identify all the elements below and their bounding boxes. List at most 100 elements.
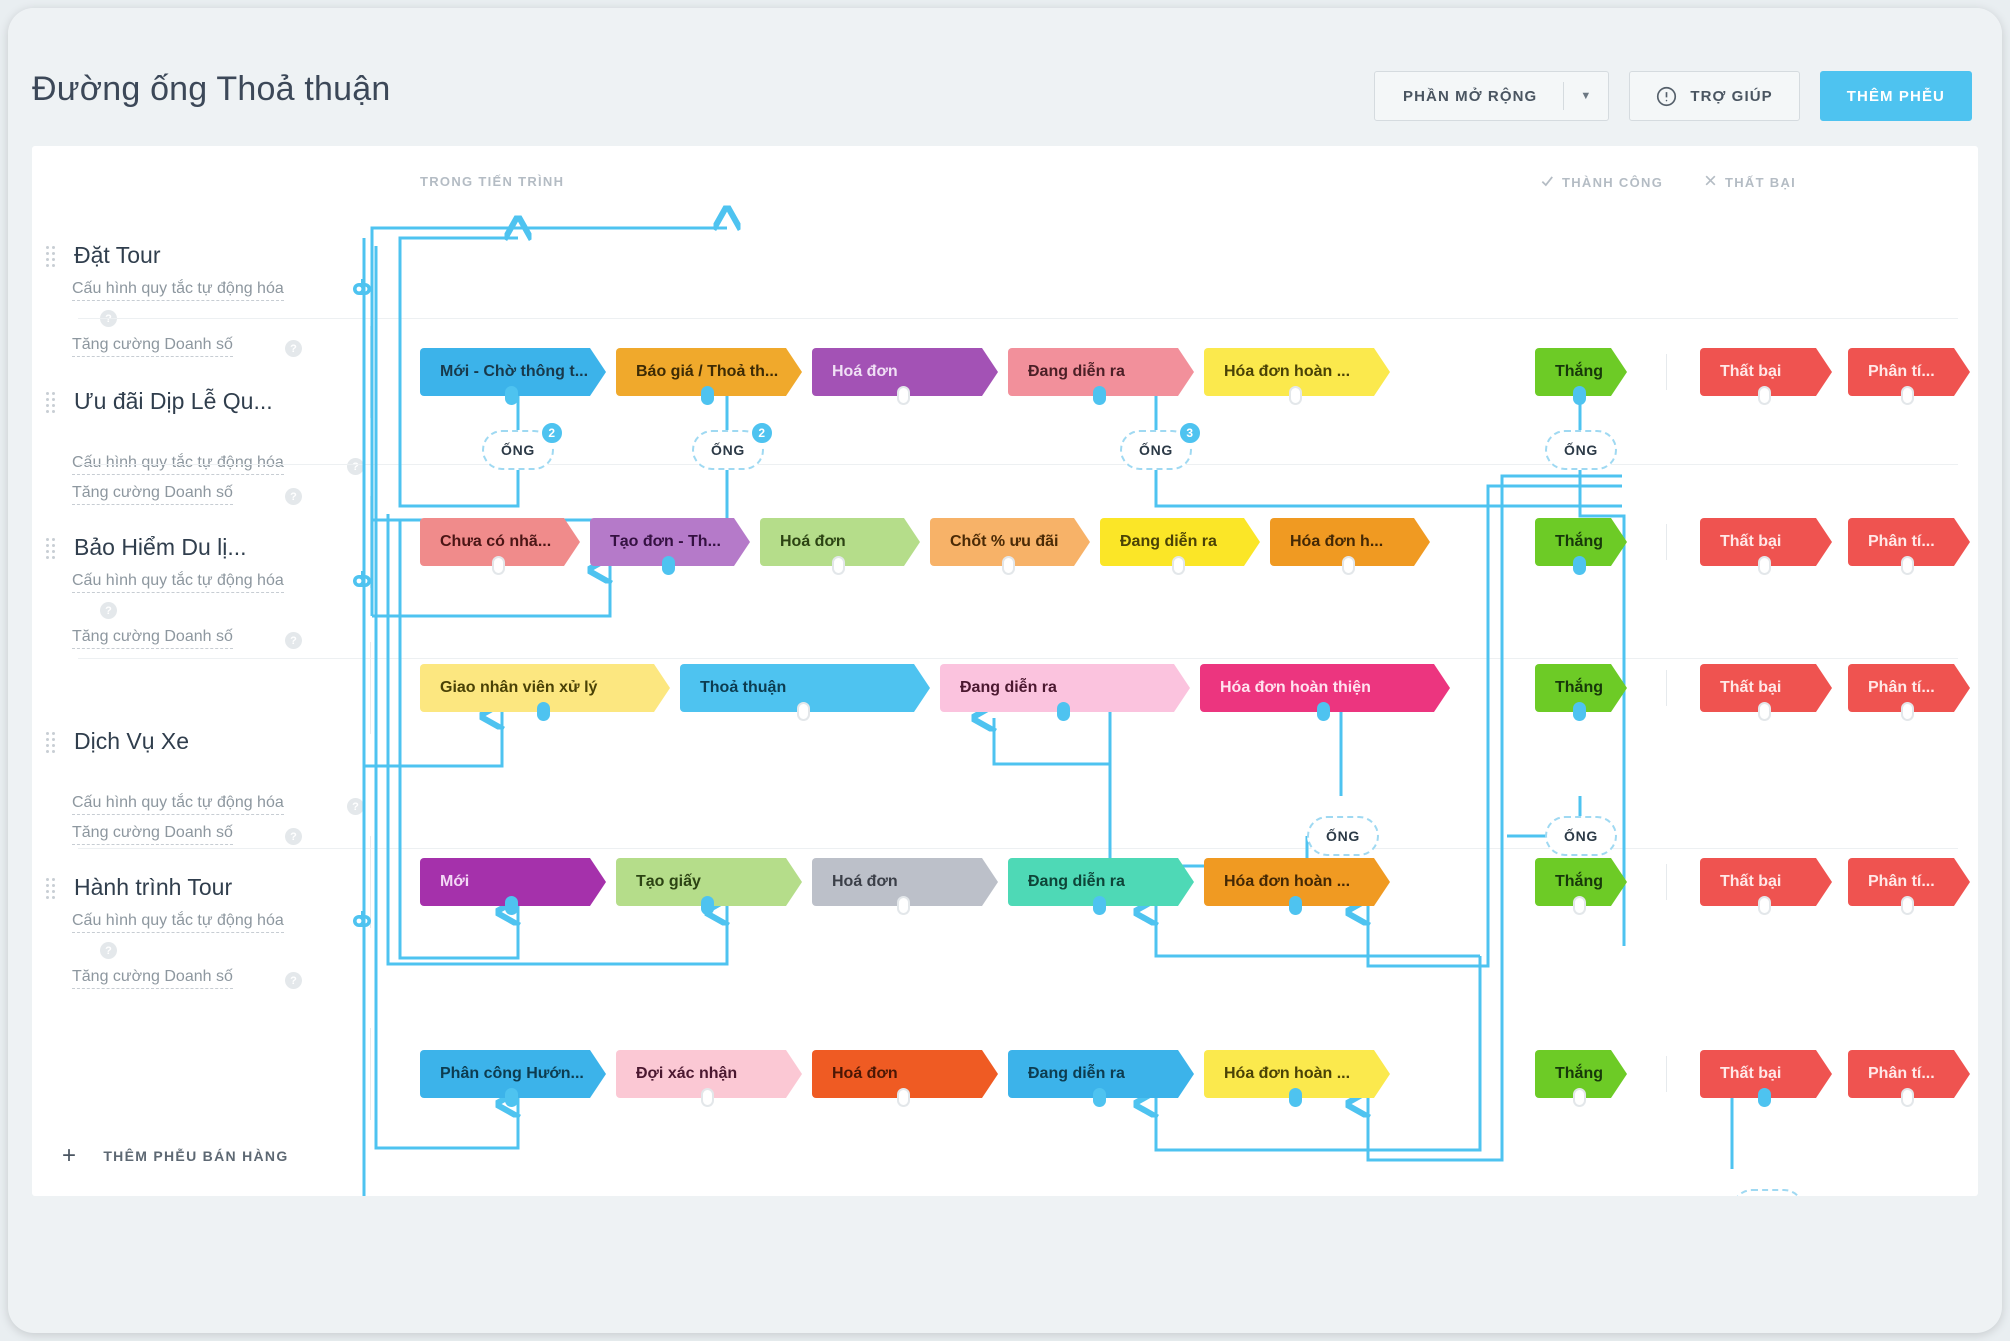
stage-connector-dot[interactable]	[1573, 896, 1586, 915]
boost-help-icon[interactable]: ?	[285, 632, 302, 649]
pipe-node[interactable]: ỐNG	[1307, 816, 1379, 856]
boost-help-icon[interactable]: ?	[285, 340, 302, 357]
stage-connector-dot[interactable]	[1758, 702, 1771, 721]
row-separator	[78, 464, 1958, 465]
stage-cell: Phân tí...	[1848, 858, 1970, 915]
automation-rules-link[interactable]: Cấu hình quy tắc tự động hóa	[72, 280, 284, 301]
stage-connector-dot[interactable]	[1901, 556, 1914, 575]
stage-connector-dot[interactable]	[1758, 896, 1771, 915]
stage-connector-dot-active[interactable]	[1289, 896, 1302, 915]
stage-connector-dot[interactable]	[897, 896, 910, 915]
pipe-node[interactable]: ỐNG 2	[692, 421, 774, 470]
stage-connector-dot-active[interactable]	[1289, 1088, 1302, 1107]
drag-handle-icon[interactable]	[46, 732, 57, 753]
boost-sales-link[interactable]: Tăng cường Doanh số	[72, 968, 233, 989]
drag-handle-icon[interactable]	[46, 538, 57, 559]
stage-connector-dot-active[interactable]	[701, 896, 714, 915]
header-actions: PHẦN MỞ RỘNG ▼ TRỢ GIÚP THÊM PHỄU	[1373, 71, 1972, 121]
boost-sales-link[interactable]: Tăng cường Doanh số	[72, 628, 233, 649]
won-lost-divider	[1666, 864, 1667, 900]
stage-connector-dot-active[interactable]	[1093, 1088, 1106, 1107]
stage-connector-dot-active[interactable]	[1573, 386, 1586, 405]
pipe-node[interactable]: ỐNG	[1732, 1189, 1804, 1196]
stage-connector-dot[interactable]	[1901, 386, 1914, 405]
pipe-node[interactable]: ỐNG 3	[1120, 421, 1202, 470]
automation-help-icon[interactable]: ?	[347, 458, 364, 475]
stage-connector-dot-active[interactable]	[1057, 702, 1070, 721]
stage-connector-dot-active[interactable]	[1573, 702, 1586, 721]
pipe-node[interactable]: ỐNG	[1545, 816, 1617, 856]
stage-connector-dot[interactable]	[1901, 1088, 1914, 1107]
stage-connector-dot[interactable]	[1758, 386, 1771, 405]
stage-connector-dot-active[interactable]	[1317, 702, 1330, 721]
stage-connector-dot[interactable]	[701, 1088, 714, 1107]
pipeline-name[interactable]: Hành trình Tour	[74, 874, 232, 901]
boost-help-icon[interactable]: ?	[285, 488, 302, 505]
stage-connector-dot[interactable]	[1342, 556, 1355, 575]
pipe-node-label: ỐNG	[1139, 442, 1173, 458]
stage-connector-dot-active[interactable]	[505, 1088, 518, 1107]
boost-help-icon[interactable]: ?	[285, 828, 302, 845]
stage-connector-dot-active[interactable]	[537, 702, 550, 721]
stage-connector-dot[interactable]	[1758, 556, 1771, 575]
chevron-down-icon[interactable]: ▼	[1564, 90, 1608, 102]
add-deal-button[interactable]: THÊM PHỄU	[1819, 71, 1972, 121]
stage-connector-dot-active[interactable]	[505, 896, 518, 915]
pipe-node-count-badge: 2	[540, 421, 564, 445]
boost-help-icon[interactable]: ?	[285, 972, 302, 989]
stage-connector-dot[interactable]	[797, 702, 810, 721]
automation-rules-link[interactable]: Cấu hình quy tắc tự động hóa	[72, 912, 284, 933]
row-separator	[78, 848, 1958, 849]
stage-cell: Phân tí...	[1848, 1050, 1970, 1107]
pipeline-name[interactable]: Dịch Vụ Xe	[74, 728, 189, 755]
pipe-node[interactable]: ỐNG 2	[482, 421, 564, 470]
stage-connector-dot[interactable]	[492, 556, 505, 575]
automation-rules-link[interactable]: Cấu hình quy tắc tự động hóa	[72, 794, 284, 815]
stage-connector-dot[interactable]	[1002, 556, 1015, 575]
automation-help-icon[interactable]: ?	[100, 602, 117, 619]
pipeline-name[interactable]: Bảo Hiểm Du lị...	[74, 534, 247, 561]
column-header-lost: THẤT BẠI	[1704, 174, 1796, 190]
pipe-node[interactable]: ỐNG	[1545, 430, 1617, 470]
add-funnel-button[interactable]: + THÊM PHỄU BÁN HÀNG	[62, 1144, 289, 1168]
extensions-button[interactable]: PHẦN MỞ RỘNG ▼	[1373, 71, 1610, 121]
column-header-lost-label: THẤT BẠI	[1725, 174, 1797, 190]
stage-cell: Hoá đơn	[812, 858, 998, 915]
pipeline-name[interactable]: Ưu đãi Dịp Lễ Qu...	[74, 388, 273, 415]
automation-help-icon[interactable]: ?	[347, 798, 364, 815]
add-funnel-label: THÊM PHỄU BÁN HÀNG	[103, 1148, 289, 1164]
stage-connector-dot[interactable]	[1901, 896, 1914, 915]
help-button[interactable]: TRỢ GIÚP	[1629, 71, 1800, 121]
stage-cell: Thất bại	[1700, 348, 1832, 405]
stage-cell: Hoá đơn	[812, 1050, 998, 1107]
stage-connector-dot[interactable]	[832, 556, 845, 575]
boost-sales-link[interactable]: Tăng cường Doanh số	[72, 484, 233, 505]
stage-connector-dot[interactable]	[897, 386, 910, 405]
stage-connector-dot[interactable]	[1901, 702, 1914, 721]
pipeline-name[interactable]: Đặt Tour	[74, 242, 161, 269]
drag-handle-icon[interactable]	[46, 246, 57, 267]
stage-connector-dot[interactable]	[1172, 556, 1185, 575]
drag-handle-icon[interactable]	[46, 878, 57, 899]
automation-help-icon[interactable]: ?	[100, 942, 117, 959]
bot-icon	[350, 279, 372, 295]
stage-connector-dot-active[interactable]	[701, 386, 714, 405]
boost-sales-link[interactable]: Tăng cường Doanh số	[72, 336, 233, 357]
stage-connector-dot[interactable]	[1289, 386, 1302, 405]
page-header: Đường ống Thoả thuận PHẦN MỞ RỘNG ▼ TRỢ …	[8, 8, 2002, 148]
stage-connector-dot-active[interactable]	[1573, 556, 1586, 575]
stage-connector-dot-active[interactable]	[1093, 386, 1106, 405]
boost-sales-link[interactable]: Tăng cường Doanh số	[72, 824, 233, 845]
automation-rules-link[interactable]: Cấu hình quy tắc tự động hóa	[72, 572, 284, 593]
stage-connector-dot-active[interactable]	[1093, 896, 1106, 915]
stage-connector-dot-active[interactable]	[662, 556, 675, 575]
stage-cell: Thắng	[1535, 1050, 1627, 1107]
stage-connector-dot[interactable]	[1573, 1088, 1586, 1107]
stage-cell: Đang diễn ra	[1100, 518, 1260, 575]
stage-connector-dot-active[interactable]	[1758, 1088, 1771, 1107]
stage-connector-dot-active[interactable]	[505, 386, 518, 405]
stage-cell: Phân tí...	[1848, 348, 1970, 405]
stage-cell: Hoá đơn	[760, 518, 920, 575]
drag-handle-icon[interactable]	[46, 392, 57, 413]
stage-connector-dot[interactable]	[897, 1088, 910, 1107]
